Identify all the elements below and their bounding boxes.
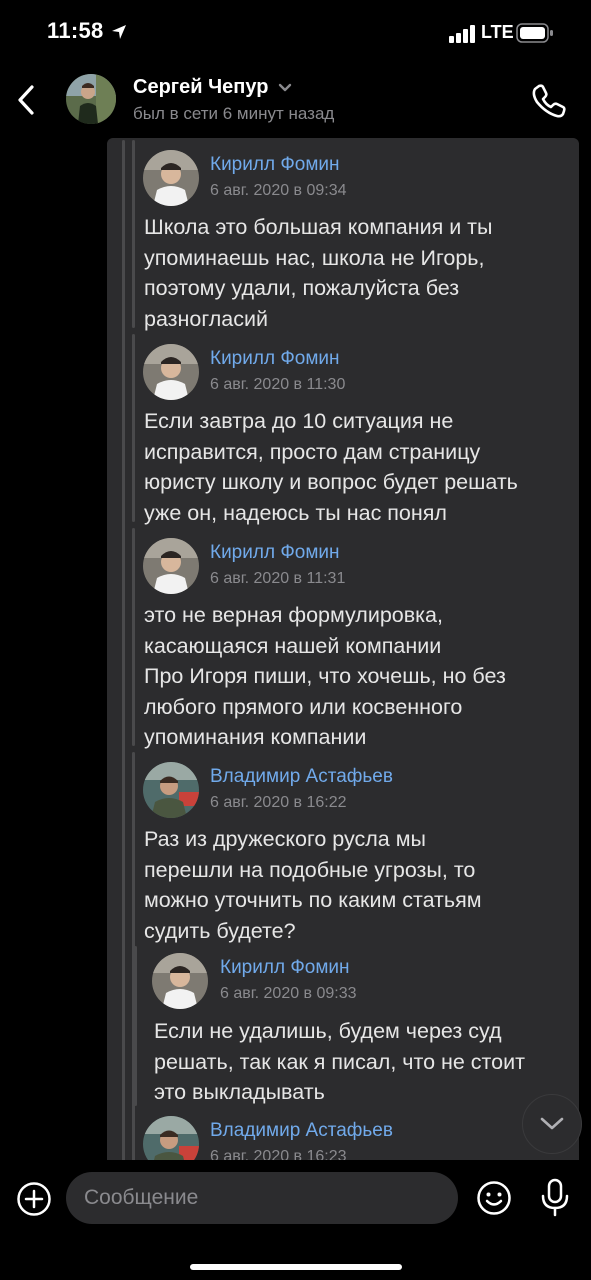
forward-indent-line [132,1106,135,1160]
forwarded-message[interactable]: Владимир Астафьев 6 авг. 2020 в 16:23 [132,1106,572,1160]
message-composer [0,1160,591,1280]
contact-name-row[interactable]: Сергей Чепур [133,76,292,99]
mic-icon[interactable] [540,1178,570,1218]
author-avatar[interactable] [143,150,199,206]
author-name[interactable]: Владимир Астафьев [210,1120,393,1142]
forward-indent-line [132,528,135,746]
home-indicator [190,1264,402,1270]
forward-indent-line [134,946,137,1106]
author-name[interactable]: Кирилл Фомин [210,542,340,564]
message-date: 6 авг. 2020 в 11:30 [210,376,346,393]
battery-icon [516,23,553,43]
message-date: 6 авг. 2020 в 16:22 [210,794,347,811]
scroll-down-chevron-icon [540,1117,564,1130]
forwarded-message[interactable]: Кирилл Фомин 6 авг. 2020 в 11:31 это не … [132,528,572,749]
message-date: 6 авг. 2020 в 16:23 [210,1148,347,1160]
status-bar: 11:58 LTE [0,0,591,66]
phone-icon[interactable] [530,82,568,120]
plus-circle-icon[interactable] [16,1181,52,1217]
message-date: 6 авг. 2020 в 11:31 [210,570,346,587]
author-name[interactable]: Владимир Астафьев [210,766,393,788]
author-name[interactable]: Кирилл Фомин [210,348,340,370]
status-time: 11:58 [47,18,104,43]
last-seen-status: был в сети 6 минут назад [133,104,335,123]
message-date: 6 авг. 2020 в 09:34 [210,182,347,199]
forward-indent-line [122,140,125,1160]
author-avatar[interactable] [143,538,199,594]
author-avatar[interactable] [143,344,199,400]
chat-area[interactable]: Кирилл Фомин 6 авг. 2020 в 09:34 Школа э… [0,134,591,1160]
author-avatar[interactable] [152,953,208,1009]
author-avatar[interactable] [143,762,199,818]
message-text: Школа это большая компания и ты упоминае… [144,215,493,331]
author-avatar[interactable] [143,1116,199,1160]
message-date: 6 авг. 2020 в 09:33 [220,985,357,1002]
emoji-icon[interactable] [476,1180,512,1216]
back-button[interactable] [8,78,44,122]
message-text: Если не удалишь, будем через суд решать,… [154,1019,525,1104]
scroll-down-button[interactable] [522,1094,582,1154]
forward-indent-line [132,334,135,522]
forwarded-message[interactable]: Кирилл Фомин 6 авг. 2020 в 11:30 Если за… [132,334,572,525]
forward-indent-line [132,140,135,328]
chevron-down-icon[interactable] [278,83,292,93]
message-text: Если завтра до 10 ситуация не исправится… [144,409,518,525]
back-arrow-icon [18,85,34,115]
contact-name[interactable]: Сергей Чепур [133,76,268,99]
chat-header: Сергей Чепур был в сети 6 минут назад [0,66,591,134]
message-input[interactable] [66,1172,458,1224]
message-text: Раз из дружеского русла мы перешли на по… [144,827,482,943]
forwarded-message[interactable]: Кирилл Фомин 6 авг. 2020 в 09:34 Школа э… [132,140,572,331]
contact-avatar[interactable] [66,74,116,124]
location-arrow-icon [112,25,126,39]
nested-forwarded-message[interactable]: Кирилл Фомин 6 авг. 2020 в 09:33 Если не… [134,946,574,1106]
author-name[interactable]: Кирилл Фомин [210,154,340,176]
signal-bars-icon [449,25,475,43]
network-type: LTE [481,22,514,42]
message-text: это не верная формулировка, касающаяся н… [144,603,506,749]
author-name[interactable]: Кирилл Фомин [220,957,350,979]
